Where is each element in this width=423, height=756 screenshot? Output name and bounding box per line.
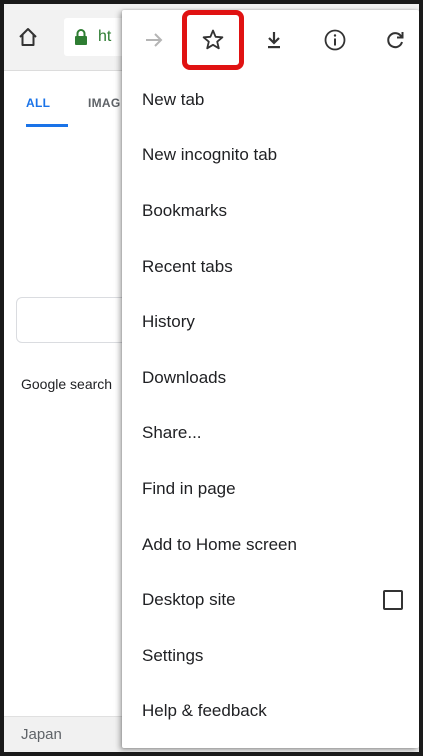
menu-item-label: New tab	[142, 89, 205, 109]
menu-item-label: Add to Home screen	[142, 534, 297, 554]
menu-item-history[interactable]: History	[122, 294, 419, 350]
menu-item-label: Find in page	[142, 478, 236, 498]
menu-action-row	[122, 10, 419, 70]
menu-item-recent-tabs[interactable]: Recent tabs	[122, 239, 419, 295]
menu-item-label: Help & feedback	[142, 701, 267, 721]
menu-item-bookmarks[interactable]: Bookmarks	[122, 183, 419, 239]
desktop-site-checkbox[interactable]	[383, 590, 403, 611]
active-tab-indicator	[26, 124, 68, 127]
phone-screen: ht ALL IMAG Google search Japan New tab …	[4, 4, 419, 752]
menu-item-label: Share...	[142, 423, 202, 443]
menu-item-downloads[interactable]: Downloads	[122, 350, 419, 406]
tab-all[interactable]: ALL	[26, 96, 50, 110]
menu-item-label: Bookmarks	[142, 200, 228, 220]
menu-item-add-to-home-screen[interactable]: Add to Home screen	[122, 517, 419, 573]
menu-item-label: New incognito tab	[142, 145, 278, 165]
menu-item-new-tab[interactable]: New tab	[122, 72, 419, 128]
menu-item-desktop-site[interactable]: Desktop site	[122, 572, 419, 628]
forward-icon[interactable]	[136, 22, 172, 58]
lock-icon	[74, 28, 90, 46]
download-icon[interactable]	[256, 22, 292, 58]
info-icon[interactable]	[317, 22, 353, 58]
bookmark-star-icon[interactable]	[195, 22, 231, 58]
url-text: ht	[98, 28, 112, 45]
home-icon[interactable]	[14, 23, 42, 51]
tab-images[interactable]: IMAG	[88, 96, 121, 110]
reload-icon[interactable]	[377, 22, 413, 58]
menu-item-label: Desktop site	[142, 590, 236, 610]
footer-country: Japan	[21, 726, 62, 743]
menu-item-label: Recent tabs	[142, 256, 233, 276]
menu-item-share[interactable]: Share...	[122, 406, 419, 462]
menu-item-label: History	[142, 312, 195, 332]
menu-item-find-in-page[interactable]: Find in page	[122, 461, 419, 517]
menu-list: New tab New incognito tab Bookmarks Rece…	[122, 72, 419, 739]
menu-item-label: Downloads	[142, 367, 227, 387]
google-search-button[interactable]: Google search	[21, 376, 112, 392]
menu-item-help-feedback[interactable]: Help & feedback	[122, 684, 419, 740]
menu-item-label: Settings	[142, 645, 204, 665]
overflow-menu: New tab New incognito tab Bookmarks Rece…	[122, 10, 419, 748]
menu-item-new-incognito-tab[interactable]: New incognito tab	[122, 128, 419, 184]
menu-item-settings[interactable]: Settings	[122, 628, 419, 684]
